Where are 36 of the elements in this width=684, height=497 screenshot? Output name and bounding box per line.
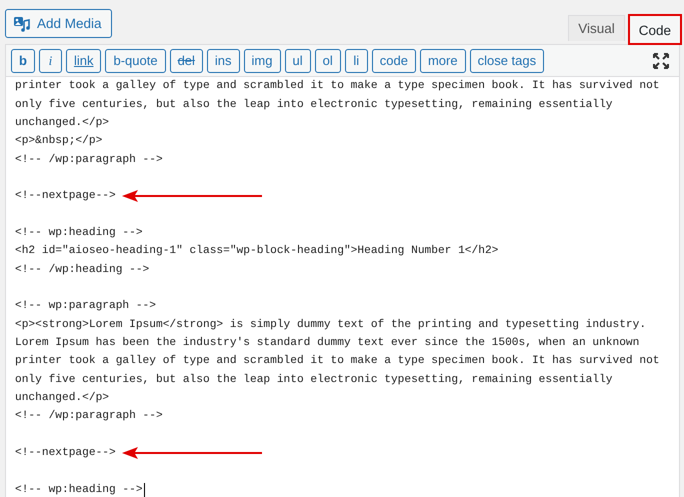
code-line: printer took a galley of type and scrambled it to make a type specimen book. It has survived not	[15, 355, 660, 368]
fullscreen-icon[interactable]	[653, 52, 669, 68]
tag-button[interactable]: ol	[314, 48, 341, 72]
add-media-button[interactable]: Add Media	[5, 9, 112, 38]
code-line: <!-- /wp:paragraph -->	[15, 154, 163, 166]
tag-button[interactable]: img	[244, 48, 280, 72]
tag-button[interactable]: i	[38, 48, 62, 72]
code-line: <!-- /wp:heading -->	[15, 264, 150, 276]
tag-button[interactable]: b	[11, 48, 35, 72]
tag-button[interactable]: li	[344, 48, 368, 72]
code-line: <!--nextpage-->	[15, 447, 116, 460]
code-line: unchanged.</p>	[15, 392, 109, 404]
code-line: <!-- wp:heading -->	[15, 484, 143, 496]
code-line: unchanged.</p>	[15, 116, 109, 129]
code-line: <!-- wp:heading -->	[15, 226, 143, 239]
code-line: <p><strong>Lorem Ipsum</strong> is simply dummy text of the printing and typesetting industry.	[15, 318, 646, 331]
media-icon	[13, 14, 31, 32]
tag-button[interactable]: del	[170, 48, 203, 72]
code-line: <!-- /wp:paragraph -->	[15, 410, 163, 422]
tag-button[interactable]: code	[372, 48, 416, 72]
code-line: only five centuries, but also the leap into electronic typesetting, remaining essentially	[15, 98, 613, 111]
tag-button[interactable]: ins	[206, 48, 240, 72]
code-line: Lorem Ipsum has been the industry's standard dummy text ever since the 1500s, when an unknown	[15, 336, 640, 349]
tag-button[interactable]: b-quote	[105, 48, 166, 72]
code-line: <h2 id="aioseo-heading-1" class="wp-block-heading">Heading Number 1</h2>	[15, 245, 498, 258]
tag-button[interactable]: close tags	[470, 48, 544, 72]
code-line: only five centuries, but also the leap into electronic typesetting, remaining essentially	[15, 374, 613, 386]
tag-button[interactable]: more	[420, 48, 466, 72]
tag-button[interactable]: ul	[284, 48, 311, 72]
tag-button[interactable]: link	[66, 48, 102, 72]
editor-tab[interactable]: Code	[628, 15, 681, 44]
code-line: printer took a galley of type and scrambled it to make a type specimen book. It has survived not	[15, 80, 660, 92]
code-line: <p>&nbsp;</p>	[15, 135, 102, 148]
code-line: <!-- wp:paragraph -->	[15, 300, 156, 312]
editor-tab[interactable]: Visual	[568, 15, 625, 41]
code-line: <!--nextpage-->	[15, 190, 116, 202]
